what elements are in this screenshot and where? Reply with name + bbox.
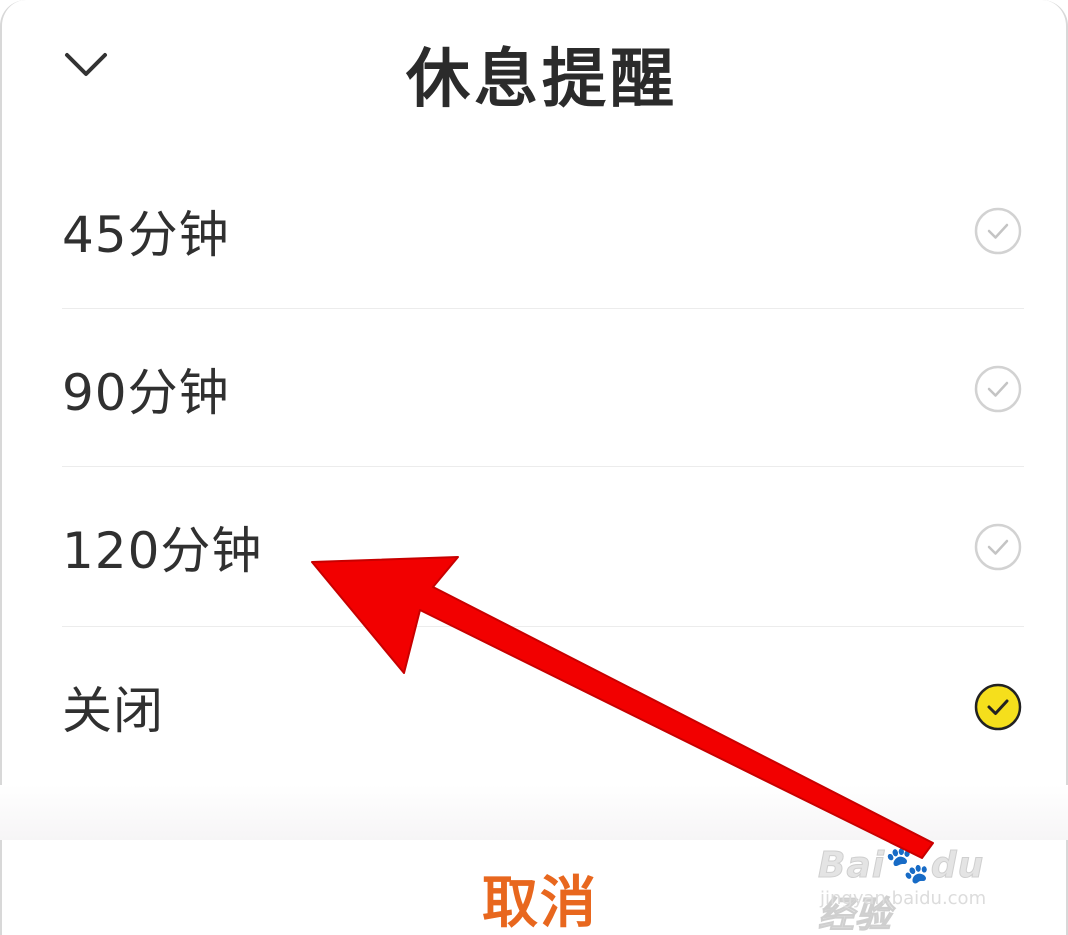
selected-check-icon xyxy=(974,683,1022,731)
option-label: 120分钟 xyxy=(62,522,263,580)
option-label: 45分钟 xyxy=(62,206,230,264)
check-circle-icon xyxy=(974,523,1022,571)
check-circle-icon xyxy=(974,365,1022,413)
option-label: 关闭 xyxy=(62,682,164,740)
check-circle-icon xyxy=(974,207,1022,255)
watermark-url: jingyan.baidu.com xyxy=(820,888,987,909)
rest-reminder-sheet: 休息提醒 45分钟 90分钟 120分钟 关闭 取消 Bai🐾du经验 jing… xyxy=(0,0,1068,935)
divider xyxy=(62,466,1024,467)
option-label: 90分钟 xyxy=(62,364,230,422)
sheet-header: 休息提醒 xyxy=(0,0,1068,150)
baidu-jingyan-watermark: Bai🐾du经验 jingyan.baidu.com xyxy=(818,818,1018,935)
option-45-minutes[interactable]: 45分钟 xyxy=(62,152,1024,310)
divider xyxy=(62,626,1024,627)
option-90-minutes[interactable]: 90分钟 xyxy=(62,310,1024,468)
option-off[interactable]: 关闭 xyxy=(62,628,1024,786)
divider xyxy=(62,308,1024,309)
option-120-minutes[interactable]: 120分钟 xyxy=(62,468,1024,626)
page-title: 休息提醒 xyxy=(406,43,678,117)
